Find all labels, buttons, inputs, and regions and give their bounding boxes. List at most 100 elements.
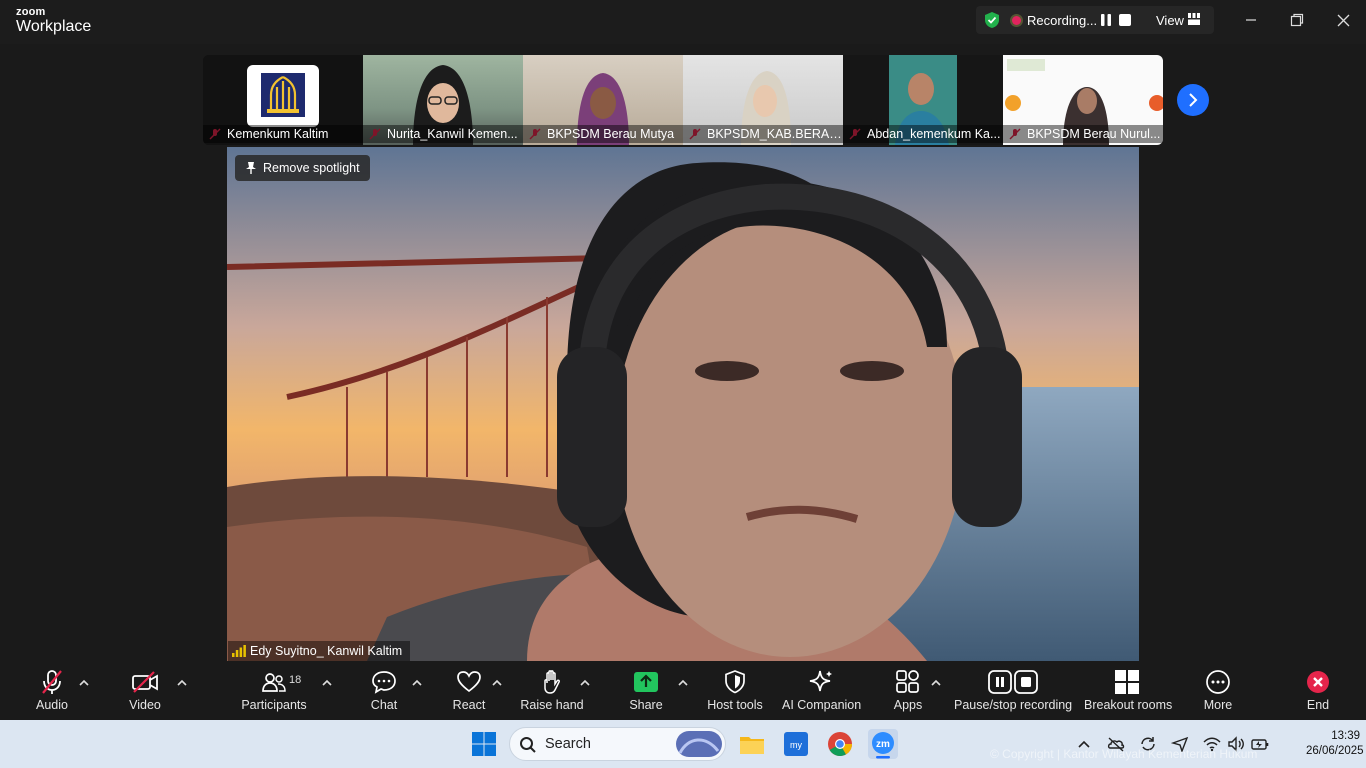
breakout-rooms-icon — [1115, 670, 1139, 694]
end-label: End — [1306, 698, 1330, 712]
video-label: Video — [129, 698, 161, 712]
clock-date: 26/06/2025 — [1306, 745, 1364, 757]
remove-spotlight-button[interactable]: Remove spotlight — [235, 155, 370, 181]
logo-zoom-text: zoom — [16, 6, 46, 18]
raise-hand-button[interactable]: Raise hand — [520, 668, 584, 716]
sparkle-icon — [809, 670, 832, 692]
participant-strip: Kemenkum Kaltim Nurita_Kanwil Kemen... B… — [203, 55, 1163, 145]
breakout-rooms-button[interactable]: Breakout rooms — [1084, 668, 1173, 716]
file-explorer-icon[interactable] — [737, 729, 767, 759]
ai-companion-label: AI Companion — [782, 698, 862, 712]
main-speaker-video[interactable] — [227, 147, 1139, 661]
react-options-chevron-up-icon[interactable] — [491, 678, 503, 688]
participants-label: Participants — [241, 698, 307, 712]
chat-icon — [372, 671, 396, 694]
participant-tile[interactable]: Kemenkum Kaltim — [203, 55, 363, 145]
audio-label: Audio — [36, 698, 68, 712]
participants-count: 18 — [289, 674, 302, 686]
apps-button[interactable]: Apps — [890, 668, 926, 716]
system-clock[interactable]: 13:39 26/06/2025 — [1306, 729, 1364, 759]
restore-button[interactable] — [1283, 8, 1311, 32]
participant-name: Kemenkum Kaltim — [203, 125, 363, 143]
speaker-name: Edy Suyitno_ Kanwil Kaltim — [250, 644, 403, 658]
pause-stop-recording-label: Pause/stop recording — [954, 698, 1073, 712]
zoom-app-icon[interactable]: zm — [868, 729, 898, 759]
more-label: More — [1203, 698, 1233, 712]
recording-label: Recording... — [1027, 13, 1098, 28]
view-button[interactable]: View — [1148, 13, 1184, 28]
windows-start-icon[interactable] — [469, 729, 499, 759]
end-meeting-button[interactable]: End — [1300, 668, 1336, 716]
connection-signal-icon — [232, 645, 246, 657]
chat-button[interactable]: Chat — [366, 668, 402, 716]
active-speaker-label: Edy Suyitno_ Kanwil Kaltim — [228, 641, 411, 661]
ai-companion-button[interactable]: AI Companion — [782, 668, 862, 716]
share-options-chevron-up-icon[interactable] — [677, 678, 689, 688]
host-tools-shield-icon — [725, 670, 745, 694]
pin-icon — [246, 162, 256, 174]
raise-hand-icon — [544, 670, 560, 694]
raise-hand-label: Raise hand — [520, 698, 584, 712]
audio-options-chevron-up-icon[interactable] — [78, 678, 90, 688]
close-window-button[interactable] — [1329, 8, 1357, 32]
minimize-button[interactable] — [1237, 8, 1265, 32]
participants-icon — [262, 673, 286, 692]
minimize-icon — [1246, 19, 1256, 21]
raise-hand-options-chevron-up-icon[interactable] — [579, 678, 591, 688]
security-shield-icon[interactable] — [984, 11, 1000, 29]
participant-name: BKPSDM Berau Nurul... — [1003, 125, 1163, 143]
breakout-rooms-label: Breakout rooms — [1084, 698, 1173, 712]
zoom-logo: zoom Workplace — [16, 7, 91, 35]
next-page-button[interactable] — [1177, 84, 1209, 116]
apps-label: Apps — [893, 698, 923, 712]
copyright-watermark: © Copyright | Kantor Wilayah Kementerian… — [990, 747, 1258, 761]
participant-tile[interactable]: Nurita_Kanwil Kemen... — [363, 55, 523, 145]
grid-view-icon[interactable] — [1188, 13, 1200, 25]
react-label: React — [452, 698, 486, 712]
search-icon — [520, 737, 536, 753]
svg-text:my: my — [790, 740, 802, 750]
recording-dot-icon — [1012, 16, 1021, 25]
pause-stop-recording-icon — [988, 670, 1038, 694]
share-label: Share — [629, 698, 663, 712]
video-button[interactable]: Video — [124, 668, 166, 716]
share-button[interactable]: Share — [626, 668, 666, 716]
chrome-icon[interactable] — [825, 729, 855, 759]
search-highlight-icon — [676, 731, 722, 757]
pause-stop-recording-button[interactable]: Pause/stop recording — [954, 668, 1072, 716]
host-tools-button[interactable]: Host tools — [706, 668, 764, 716]
svg-text:zm: zm — [876, 739, 890, 750]
camera-off-icon — [132, 671, 158, 693]
chevron-right-icon — [1189, 93, 1198, 107]
participant-tile[interactable]: BKPSDM Berau Nurul... — [1003, 55, 1163, 145]
share-screen-icon — [634, 672, 658, 692]
participant-name: Abdan_kemenkum Ka... — [843, 125, 1003, 143]
stop-recording-icon[interactable] — [1119, 14, 1131, 26]
participant-tile[interactable]: BKPSDM Berau Mutya — [523, 55, 683, 145]
more-button[interactable]: More — [1198, 668, 1238, 716]
participant-name: BKPSDM Berau Mutya — [523, 125, 683, 143]
react-button[interactable]: React — [450, 668, 488, 716]
more-options-icon — [1206, 670, 1230, 694]
chat-options-chevron-up-icon[interactable] — [411, 678, 423, 688]
apps-options-chevron-up-icon[interactable] — [930, 678, 942, 688]
myhp-app-icon[interactable]: my — [781, 729, 811, 759]
close-icon — [1337, 14, 1349, 26]
organization-logo — [247, 65, 319, 127]
remove-spotlight-label: Remove spotlight — [263, 161, 360, 175]
participant-name: BKPSDM_KAB.BERAU_... — [683, 125, 843, 143]
audio-button[interactable]: Audio — [32, 668, 72, 716]
participants-options-chevron-up-icon[interactable] — [321, 678, 333, 688]
participant-tile[interactable]: Abdan_kemenkum Ka... — [843, 55, 1003, 145]
participant-tile[interactable]: BKPSDM_KAB.BERAU_... — [683, 55, 843, 145]
apps-icon — [896, 670, 919, 693]
search-label: Search — [545, 736, 591, 752]
logo-workplace-text: Workplace — [16, 18, 92, 35]
video-options-chevron-up-icon[interactable] — [176, 678, 188, 688]
pause-recording-icon[interactable] — [1099, 13, 1113, 27]
heart-icon — [457, 671, 481, 693]
speaker-video-frame — [227, 147, 1139, 661]
host-tools-label: Host tools — [707, 698, 763, 712]
participant-name: Nurita_Kanwil Kemen... — [363, 125, 523, 143]
restore-icon — [1290, 13, 1304, 27]
